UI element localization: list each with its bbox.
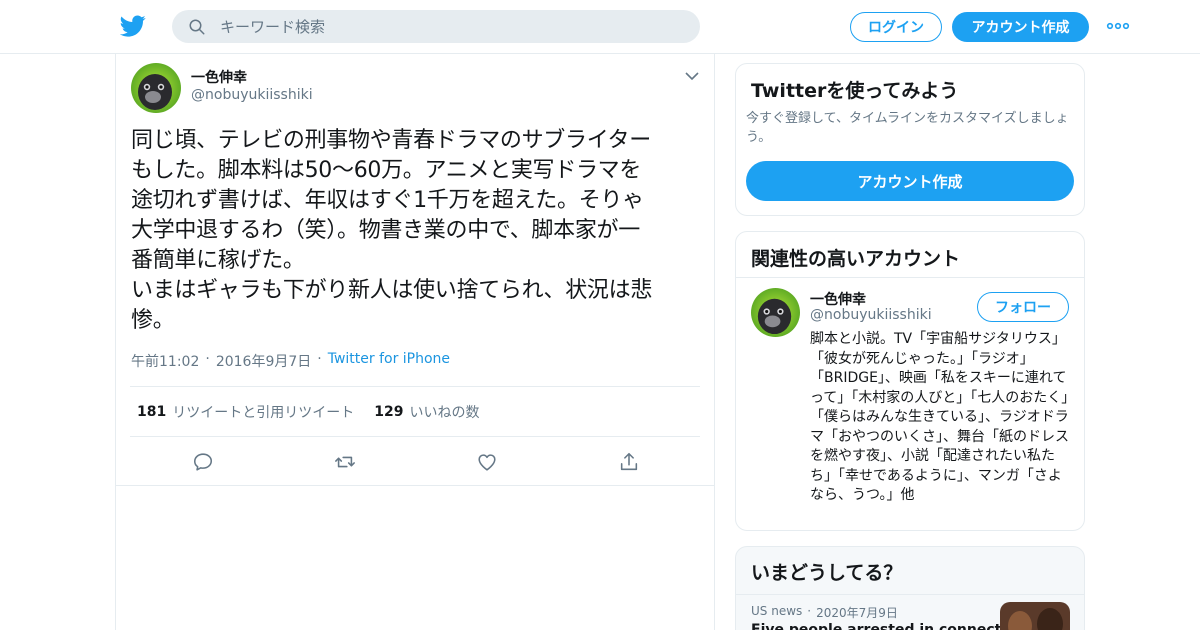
search-input[interactable] — [220, 10, 680, 43]
twitter-bird-icon[interactable] — [120, 13, 146, 39]
tweet-actions — [116, 437, 714, 486]
trends-card: いまどうしてる？ US news · 2020年7月9日 Five people… — [735, 546, 1085, 630]
trend-date: 2020年7月9日 — [816, 606, 898, 620]
related-accounts-card: 関連性の高いアカウント 一色伸幸 @nobuyukiisshiki フォロー 脚… — [735, 231, 1085, 531]
tweet-author-handle[interactable]: @nobuyukiisshiki — [191, 87, 313, 103]
search-box[interactable] — [172, 10, 700, 43]
news-photo-image — [1000, 602, 1070, 630]
tweet-text: 同じ頃、テレビの刑事物や青春ドラマのサブライター もした。脚本料は50〜60万。… — [131, 128, 653, 333]
avatar[interactable] — [131, 63, 181, 113]
tweet-source-link[interactable]: Twitter for iPhone — [328, 351, 450, 371]
trends-title: いまどうしてる？ — [751, 562, 903, 584]
tweet-date[interactable]: 2016年9月7日 — [216, 351, 311, 371]
signup-card-button[interactable]: アカウント作成 — [746, 161, 1074, 201]
avatar-image — [751, 288, 800, 337]
tweet-author-name[interactable]: 一色伸幸 — [191, 67, 247, 87]
divider — [736, 277, 1084, 278]
more-dots-icon[interactable] — [1106, 18, 1130, 34]
trend-headline[interactable]: Five people arrested in connection — [751, 622, 1026, 630]
likes-count[interactable]: 129 — [374, 404, 403, 420]
signup-card-description: 今すぐ登録して、タイムラインをカスタマイズしましょう。 — [746, 111, 1069, 145]
trend-source: US news — [751, 604, 803, 618]
signup-button[interactable]: アカウント作成 — [952, 12, 1089, 42]
tweet-timestamp: 午前11:02 · 2016年9月7日 · Twitter for iPhone — [131, 351, 450, 371]
related-account-handle[interactable]: @nobuyukiisshiki — [810, 307, 932, 323]
related-account-bio: 脚本と小説。TV「宇宙船サジタリウス」「彼女が死んじゃった。」「ラジオ」「BRI… — [810, 331, 1069, 503]
tweet-detail-column: 一色伸幸 @nobuyukiisshiki 同じ頃、テレビの刑事物や青春ドラマの… — [115, 54, 715, 630]
signup-card: Twitterを使ってみよう 今すぐ登録して、タイムラインをカスタマイズしましょ… — [735, 63, 1085, 216]
trend-meta: US news · 2020年7月9日 — [751, 604, 898, 621]
divider — [736, 594, 1084, 595]
likes-label[interactable]: いいねの数 — [409, 402, 479, 422]
retweets-label[interactable]: リツイートと引用リツイート — [172, 402, 354, 422]
related-avatar[interactable] — [751, 288, 800, 337]
separator-dot: · — [205, 351, 210, 367]
related-account-name[interactable]: 一色伸幸 — [810, 289, 866, 309]
tweet-time[interactable]: 午前11:02 — [131, 351, 199, 371]
separator-dot: · — [317, 351, 322, 367]
related-accounts-title: 関連性の高いアカウント — [751, 248, 961, 270]
separator-dot: · — [807, 604, 812, 618]
retweets-count[interactable]: 181 — [137, 404, 166, 420]
login-button[interactable]: ログイン — [850, 12, 942, 42]
top-navigation-bar: ログイン アカウント作成 — [0, 0, 1200, 54]
share-icon[interactable] — [618, 451, 640, 473]
chevron-down-icon[interactable] — [684, 70, 700, 82]
signup-card-title: Twitterを使ってみよう — [751, 80, 959, 102]
retweet-icon[interactable] — [334, 451, 356, 473]
search-icon — [189, 19, 205, 35]
follow-button[interactable]: フォロー — [977, 292, 1069, 322]
trend-thumbnail[interactable] — [1000, 602, 1070, 630]
reply-icon[interactable] — [192, 451, 214, 473]
tweet-stats: 181 リツイートと引用リツイート 129 いいねの数 — [130, 386, 700, 437]
like-icon[interactable] — [476, 451, 498, 473]
avatar-image — [131, 63, 181, 113]
